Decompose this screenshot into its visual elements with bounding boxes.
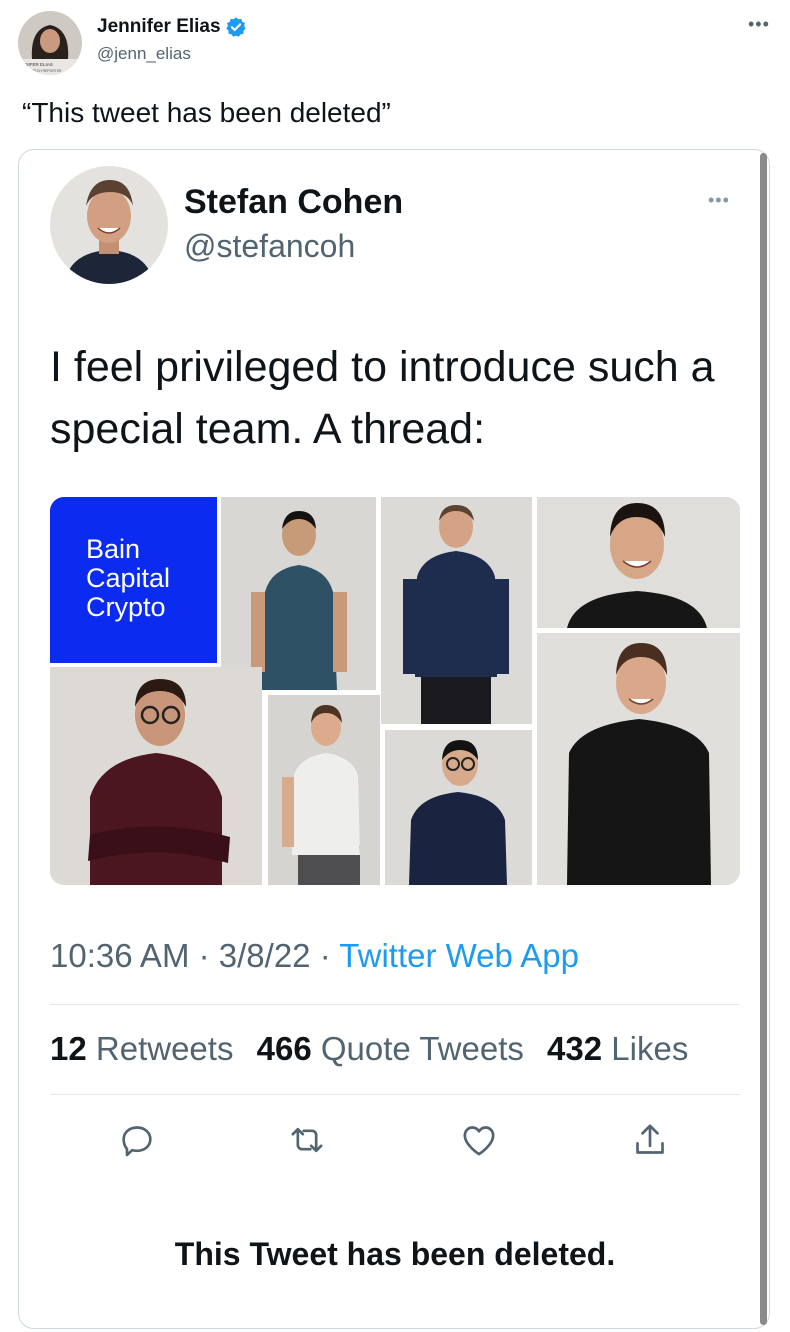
likes-label: Likes (611, 1030, 689, 1067)
brand-line-1: Bain (86, 534, 141, 564)
meta-separator-2: · (319, 937, 331, 974)
quoted-author-avatar[interactable] (50, 166, 168, 284)
team-photo-7[interactable] (537, 633, 740, 885)
meta-separator-1: · (198, 937, 210, 974)
tweet-source-app-link[interactable]: Twitter Web App (339, 937, 579, 974)
brand-line-3: Crypto (86, 592, 166, 622)
retweets-stat[interactable]: 12 Retweets (50, 1030, 233, 1067)
likes-count: 432 (547, 1030, 603, 1067)
quote-tweets-label: Quote Tweets (320, 1030, 524, 1067)
quote-tweets-count: 466 (256, 1030, 312, 1067)
retweet-button[interactable] (287, 1120, 327, 1160)
outer-more-options-icon[interactable]: ••• (748, 14, 770, 35)
brand-line-2: Capital (86, 563, 171, 593)
team-photo-1[interactable] (221, 497, 376, 690)
outer-author-name[interactable]: Jennifer Elias (97, 16, 221, 38)
avatar-caption-line2: CNBC TECH REPORTER (22, 69, 62, 73)
tweet-deleted-notice: This Tweet has been deleted. (174, 1236, 616, 1272)
retweets-count: 12 (50, 1030, 87, 1067)
team-photo-2[interactable] (381, 497, 532, 724)
divider-bottom (50, 1094, 740, 1095)
divider-top (50, 1004, 740, 1005)
avatar-caption-line1: NNIFER ELIAS (22, 62, 53, 67)
reply-button[interactable] (117, 1120, 157, 1160)
retweets-label: Retweets (95, 1030, 234, 1067)
team-photo-6[interactable] (385, 730, 532, 885)
team-photo-3[interactable] (537, 497, 740, 628)
card-scrollbar[interactable] (760, 153, 767, 1325)
outer-author-name-row[interactable]: Jennifer Elias (97, 16, 247, 38)
like-icon (463, 1126, 495, 1156)
quote-tweets-stat[interactable]: 466 Quote Tweets (257, 1030, 524, 1067)
quoted-tweet-text: I feel privileged to introduce such a sp… (50, 343, 715, 453)
outer-author-handle[interactable]: @jenn_elias (97, 44, 191, 64)
verified-badge-icon (225, 17, 246, 37)
share-icon (636, 1124, 664, 1154)
outer-author-avatar[interactable]: NNIFER ELIAS CNBC TECH REPORTER (18, 11, 82, 75)
quoted-more-options-icon[interactable]: ••• (708, 190, 730, 211)
tweet-meta: 10:36 AM · 3/8/22 · Twitter Web App (50, 937, 579, 975)
reply-icon (122, 1126, 152, 1157)
tweet-stats: 12 Retweets 466 Quote Tweets 432 Likes (50, 1030, 688, 1068)
brand-logo-text: Bain Capital Crypto (86, 535, 170, 622)
outer-tweet-text: “This tweet has been deleted” (22, 97, 391, 128)
quoted-author-name[interactable]: Stefan Cohen (184, 183, 403, 222)
retweet-icon (291, 1127, 323, 1153)
team-photo-4[interactable] (50, 667, 262, 885)
likes-stat[interactable]: 432 Likes (547, 1030, 688, 1067)
team-photo-5[interactable] (268, 695, 380, 885)
tweet-date[interactable]: 3/8/22 (219, 937, 311, 974)
quoted-author-handle[interactable]: @stefancoh (184, 228, 355, 265)
like-button[interactable] (459, 1120, 499, 1160)
brand-logo-tile: Bain Capital Crypto (50, 497, 217, 663)
tweet-time[interactable]: 10:36 AM (50, 937, 189, 974)
share-button[interactable] (630, 1120, 670, 1160)
